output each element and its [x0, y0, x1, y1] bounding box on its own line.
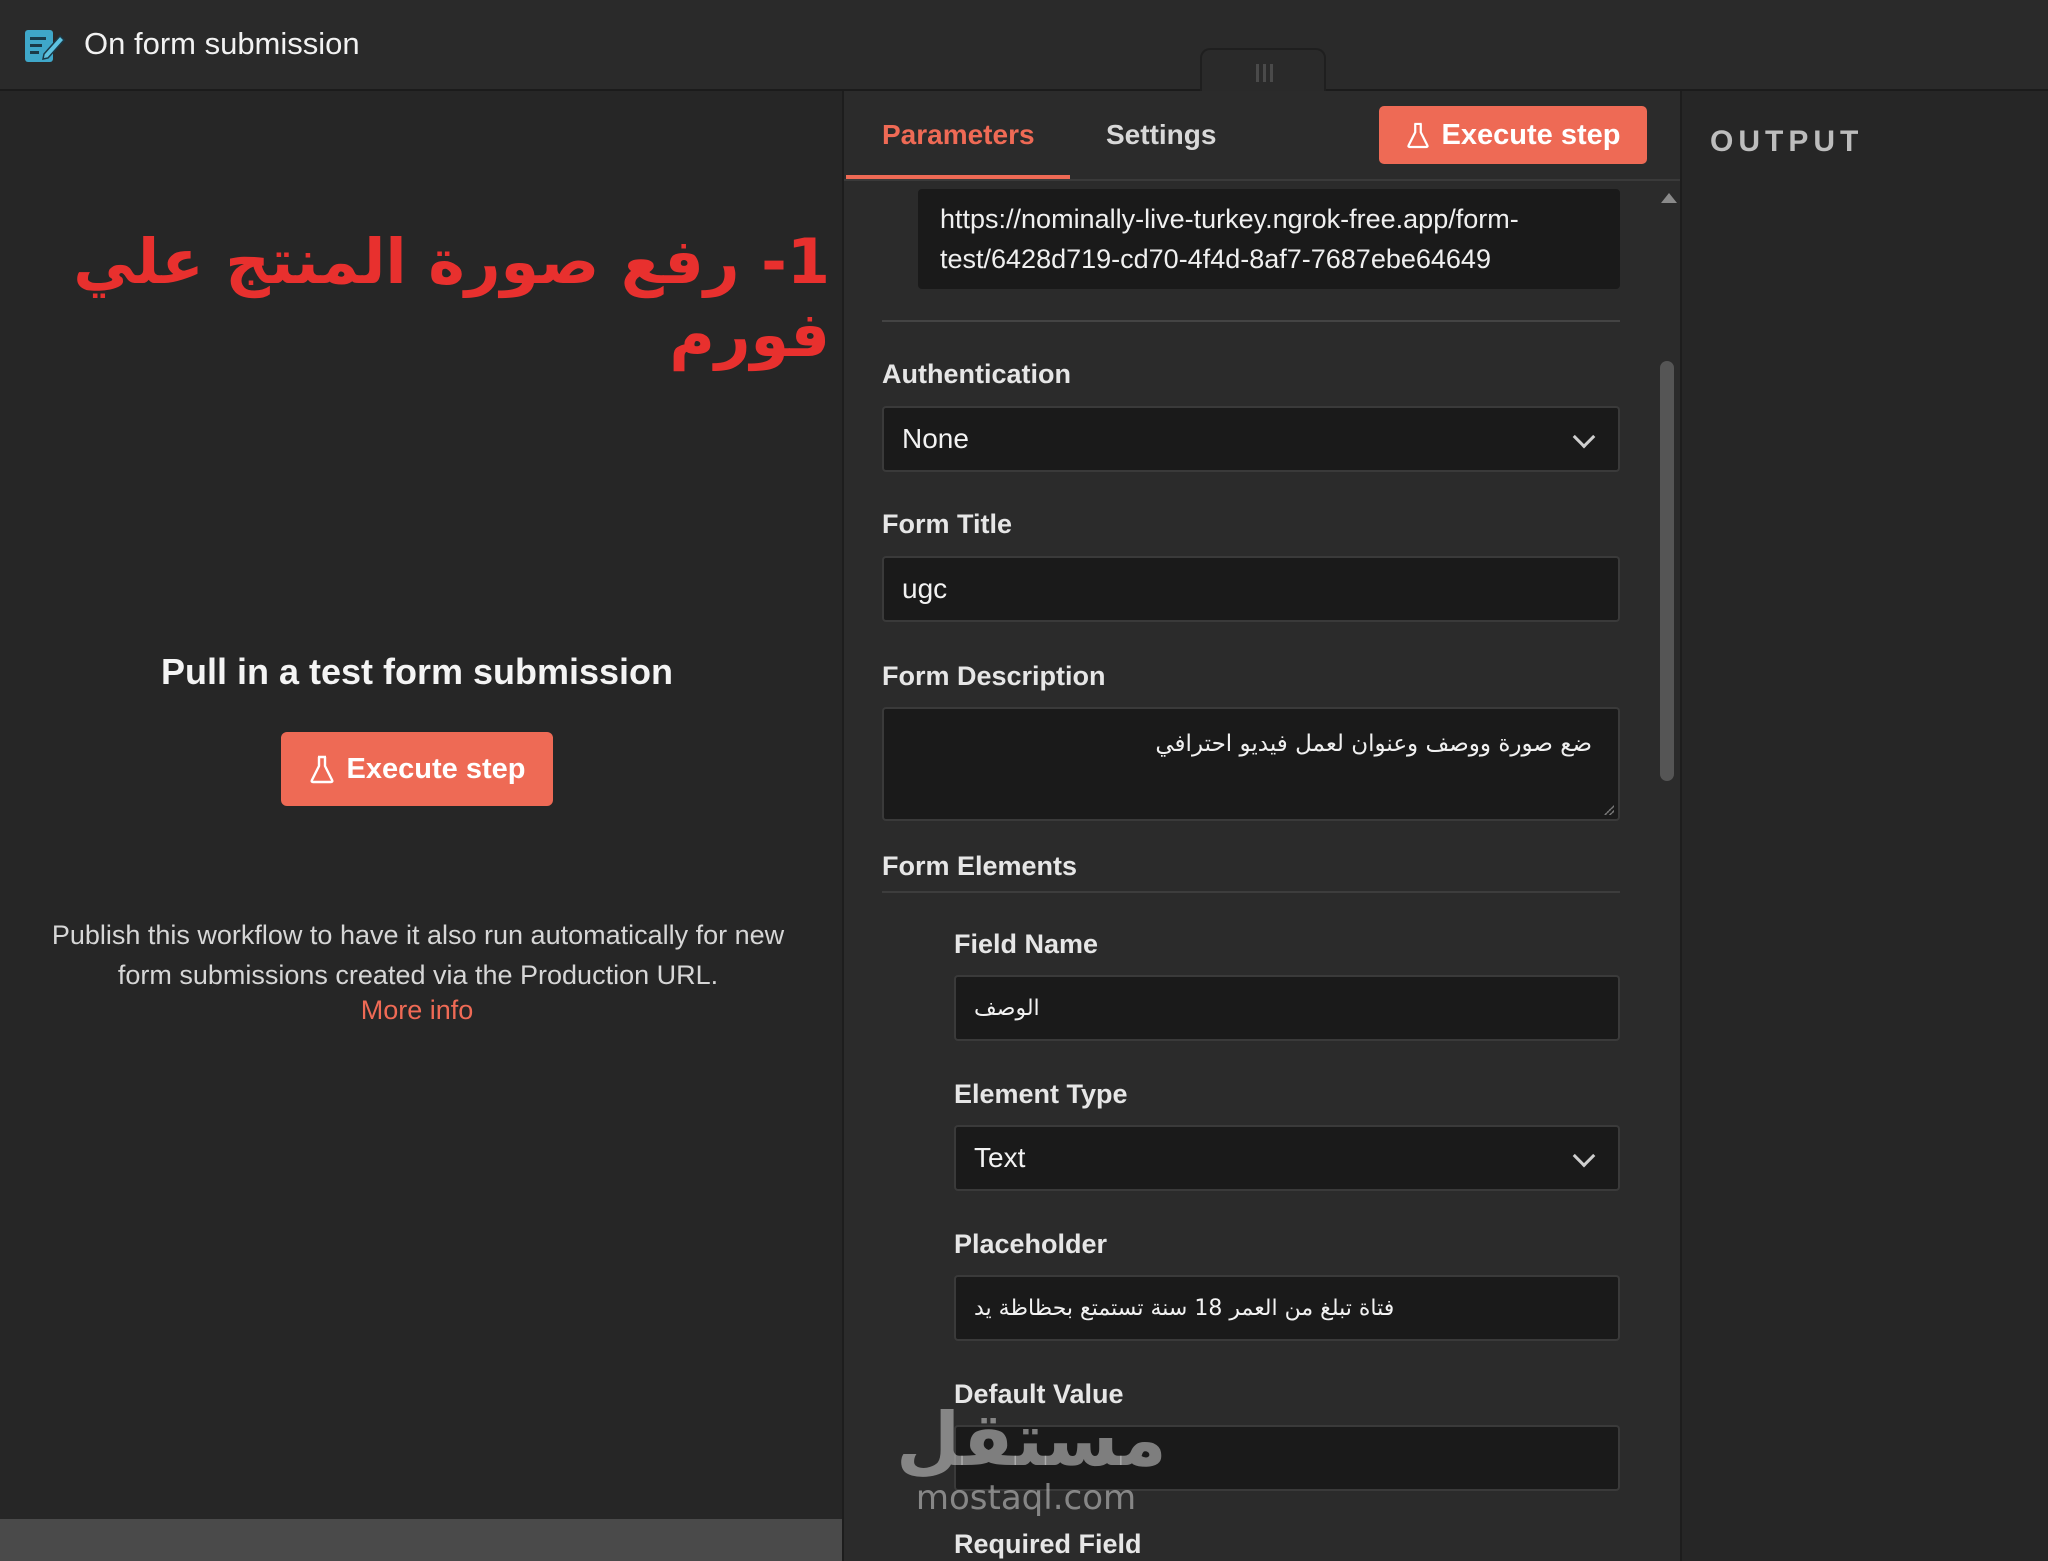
form-title-value: ugc	[902, 573, 948, 604]
output-panel: OUTPUT	[1684, 91, 2048, 1561]
form-title-label: Form Title	[882, 509, 1013, 539]
field-name-value: الوصف	[974, 995, 1040, 1021]
node-title: On form submission	[84, 26, 360, 61]
input-panel: 1- رفع صورة المنتج علي فورم Pull in a te…	[0, 91, 842, 1561]
grip-icon	[1256, 64, 1274, 82]
active-tab-indicator	[846, 175, 1070, 179]
required-field-label: Required Field	[954, 1529, 1142, 1559]
authentication-value: None	[902, 423, 969, 454]
element-type-label: Element Type	[954, 1079, 1128, 1109]
section-divider	[882, 891, 1620, 893]
authentication-select[interactable]: None	[882, 406, 1620, 472]
scrollbar[interactable]	[1656, 183, 1678, 1561]
left-panel-footer	[0, 1519, 842, 1561]
form-edit-icon	[25, 30, 66, 62]
mostaql-watermark: مستقل mostaql.com	[896, 1397, 1167, 1518]
placeholder-label: Placeholder	[954, 1229, 1108, 1259]
element-type-value: Text	[974, 1142, 1026, 1173]
execute-step-button-top[interactable]: Execute step	[1379, 106, 1647, 164]
tab-settings[interactable]: Settings	[1106, 119, 1216, 151]
execute-step-button[interactable]: Execute step	[281, 732, 553, 806]
field-name-label: Field Name	[954, 929, 1099, 959]
form-description-label: Form Description	[882, 661, 1106, 691]
element-type-select[interactable]: Text	[954, 1125, 1620, 1191]
field-name-input[interactable]: الوصف	[954, 975, 1620, 1041]
scrollbar-thumb[interactable]	[1660, 361, 1674, 781]
form-title-input[interactable]: ugc	[882, 556, 1620, 622]
flask-icon	[1406, 122, 1429, 149]
panel-drag-handle[interactable]	[1200, 48, 1326, 91]
node-header: On form submission	[0, 0, 2048, 91]
placeholder-input[interactable]: فتاة تبلغ من العمر 18 سنة تستمتع بحظاظة …	[954, 1275, 1620, 1341]
execute-step-label: Execute step	[346, 752, 526, 785]
tab-parameters[interactable]: Parameters	[882, 119, 1035, 151]
form-elements-label: Form Elements	[882, 851, 1078, 881]
watermark-arabic: مستقل	[896, 1397, 1167, 1483]
publish-hint: Publish this workflow to have it also ru…	[51, 920, 785, 990]
resize-handle-icon[interactable]	[1604, 805, 1614, 815]
parameters-panel: Parameters Settings Execute step https:/…	[842, 91, 1682, 1561]
more-info-link[interactable]: More info	[0, 995, 834, 1026]
authentication-label: Authentication	[882, 359, 1071, 389]
execute-step-label: Execute step	[1441, 118, 1621, 151]
flask-icon	[310, 755, 334, 784]
test-url[interactable]: https://nominally-live-turkey.ngrok-free…	[918, 189, 1620, 289]
chevron-down-icon	[1572, 425, 1596, 449]
scroll-up-icon[interactable]	[1661, 193, 1677, 203]
annotation-caption: 1- رفع صورة المنتج علي فورم	[73, 225, 830, 371]
chevron-down-icon	[1572, 1144, 1596, 1168]
form-description-value: ضع صورة ووصف وعنوان لعمل فيديو احترافي	[1155, 731, 1592, 757]
placeholder-value: فتاة تبلغ من العمر 18 سنة تستمتع بحظاظة …	[974, 1295, 1395, 1321]
form-description-textarea[interactable]: ضع صورة ووصف وعنوان لعمل فيديو احترافي	[882, 707, 1620, 821]
output-title: OUTPUT	[1710, 125, 1864, 158]
watermark-latin: mostaql.com	[915, 1478, 1137, 1518]
tab-bar: Parameters Settings Execute step	[844, 91, 1680, 181]
divider	[882, 320, 1620, 322]
test-heading: Pull in a test form submission	[160, 651, 674, 692]
